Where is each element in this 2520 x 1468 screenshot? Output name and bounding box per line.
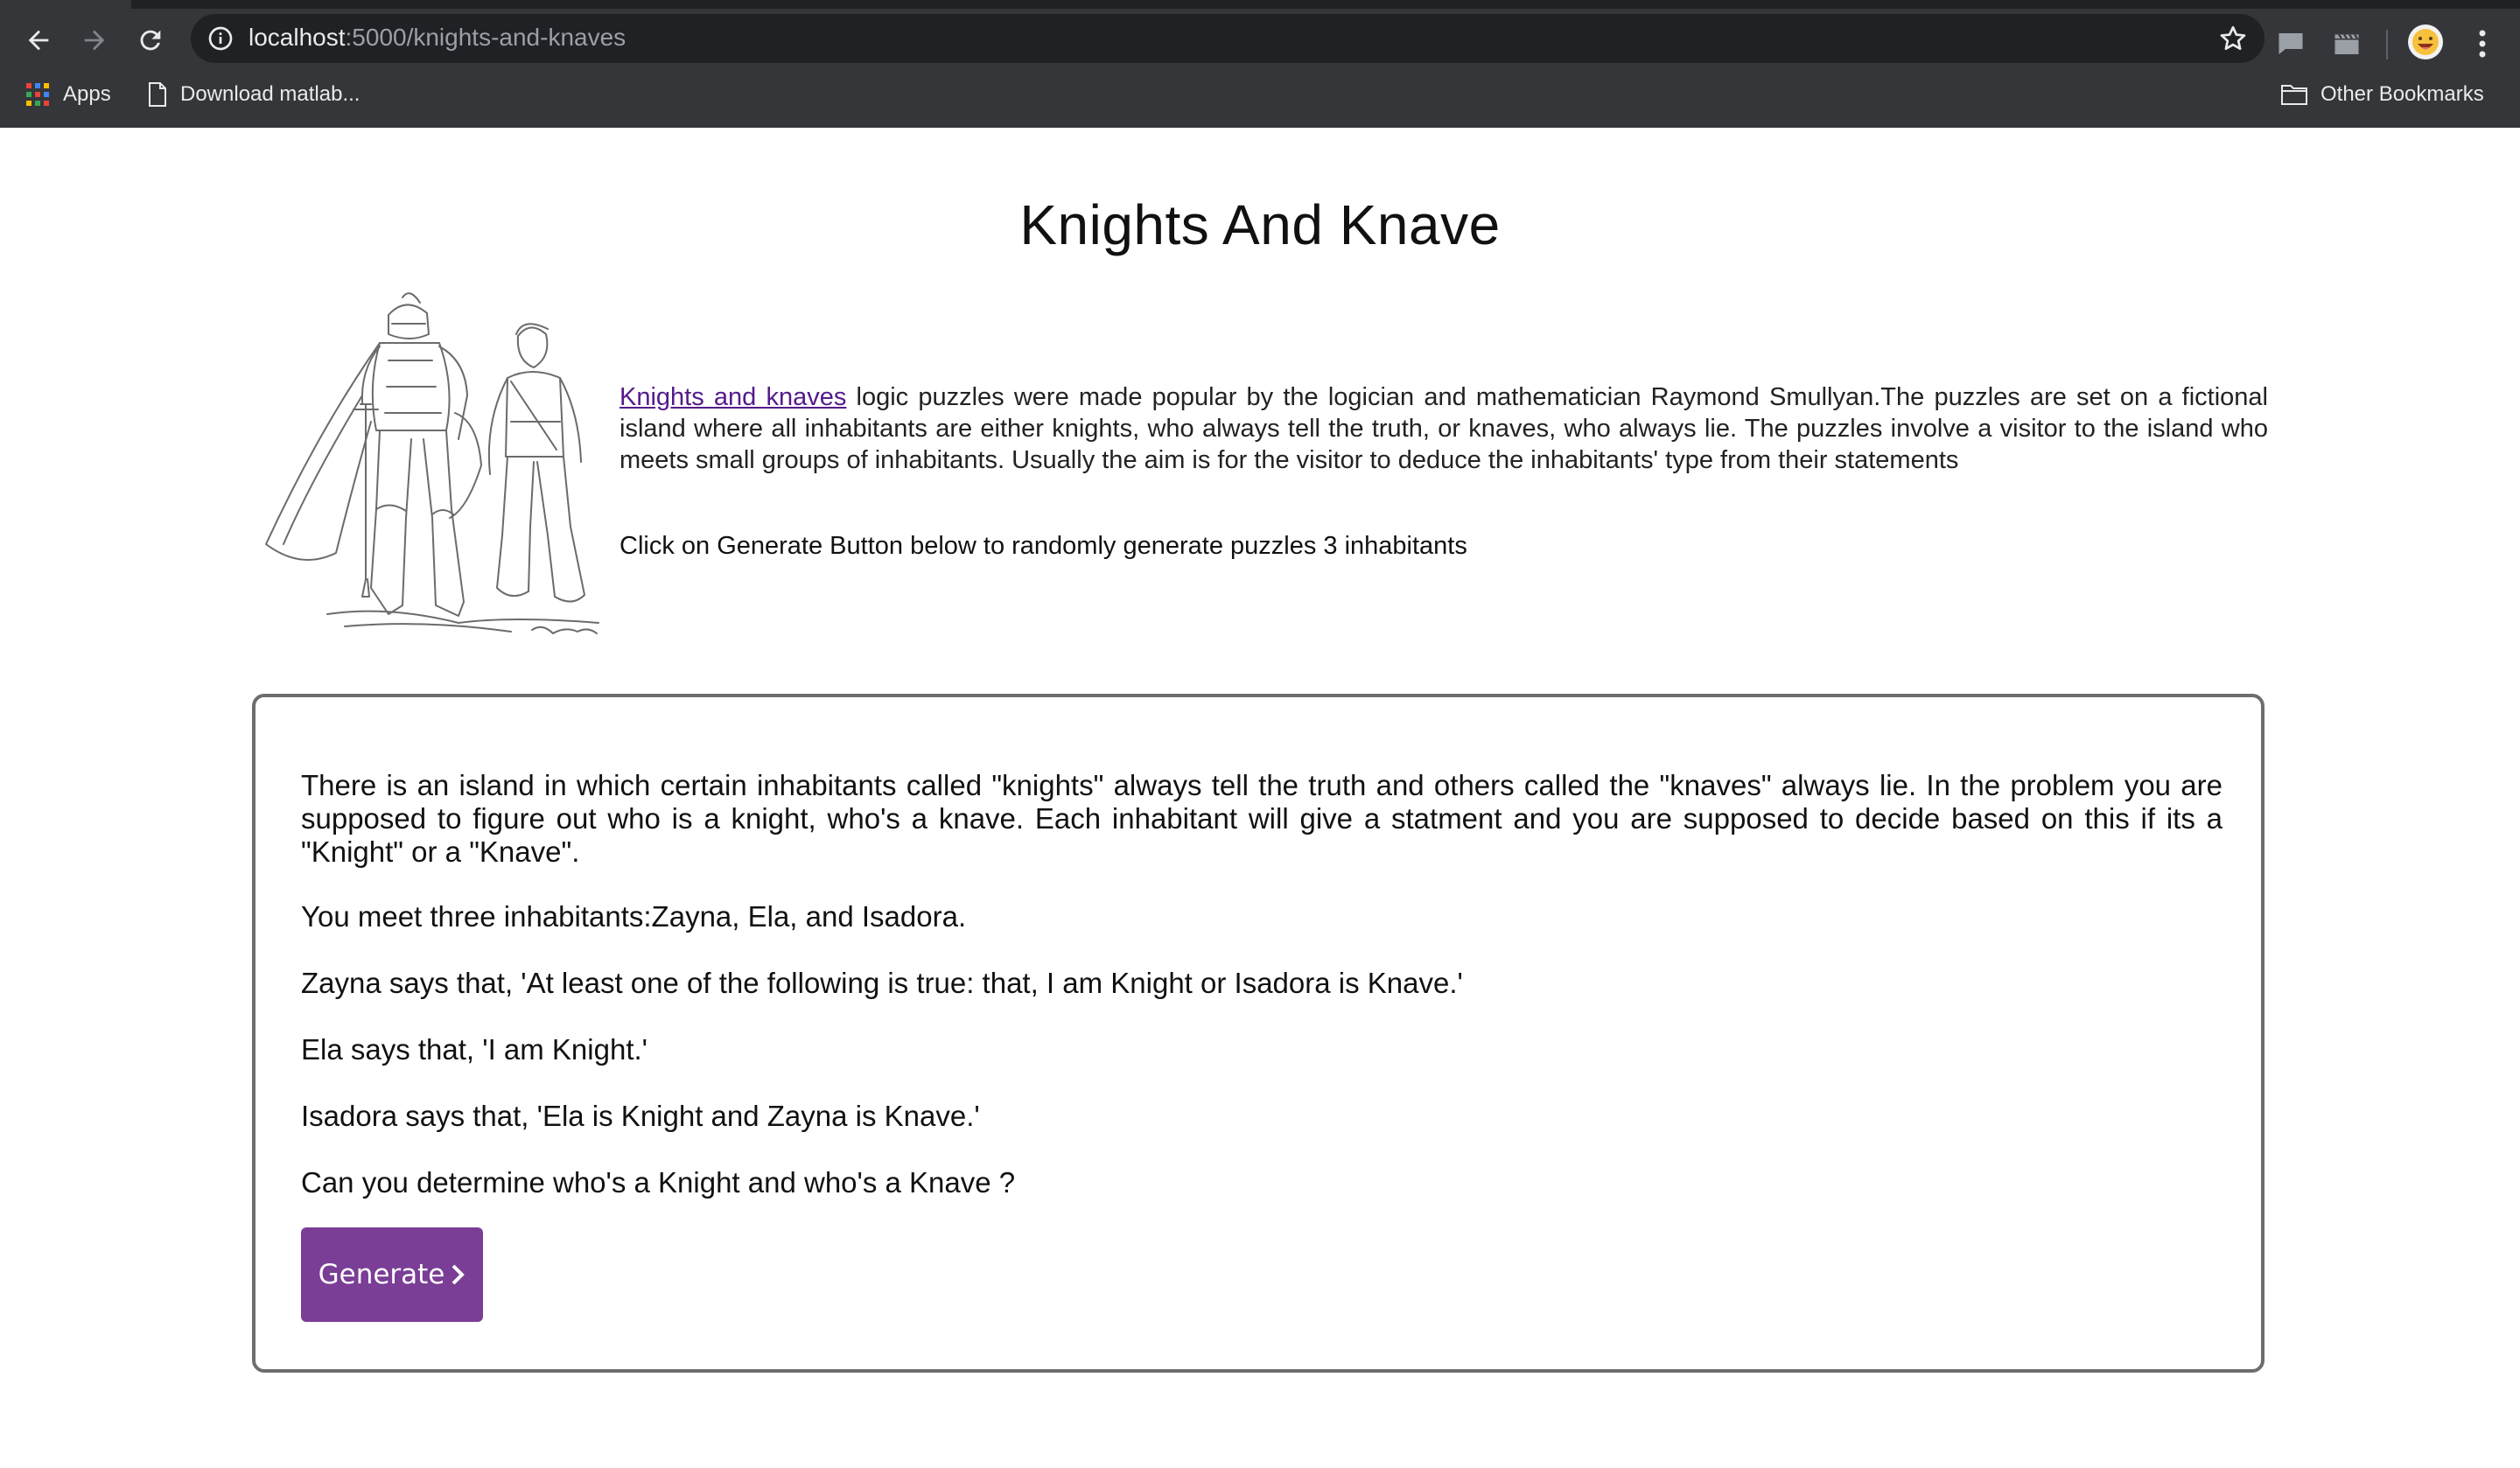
bookmark-star-icon[interactable]: [2217, 23, 2249, 54]
puzzle-question: Can you determine who's a Knight and who…: [301, 1166, 1016, 1199]
emoji-face-icon: [2412, 29, 2439, 55]
bookmark-download-matlab[interactable]: Download matlab...: [147, 77, 360, 112]
bookmark-apps[interactable]: Apps: [24, 77, 111, 112]
generate-hint: Click on Generate Button below to random…: [620, 532, 1467, 560]
chat-extension-icon[interactable]: [2275, 28, 2306, 59]
bookmark-label: Download matlab...: [180, 82, 360, 106]
apps-grid-icon: [26, 83, 49, 106]
browser-toolbar: localhost:5000/knights-and-knaves: [0, 9, 2520, 68]
page-icon: [149, 82, 166, 107]
generate-label: Generate: [318, 1259, 445, 1290]
profile-avatar[interactable]: [2408, 24, 2443, 59]
reload-icon: [140, 30, 161, 51]
back-button[interactable]: [21, 23, 56, 58]
info-icon[interactable]: [206, 24, 234, 52]
forward-button[interactable]: [77, 23, 112, 58]
toolbar-separator: [2386, 30, 2388, 59]
more-menu-icon[interactable]: [2469, 24, 2496, 63]
statement-isadora: Isadora says that, 'Ela is Knight and Za…: [301, 1100, 980, 1132]
url-path: :5000/knights-and-knaves: [345, 24, 626, 51]
other-bookmarks[interactable]: Other Bookmarks: [2280, 77, 2484, 112]
inhabitants-intro: You meet three inhabitants:Zayna, Ela, a…: [301, 900, 967, 933]
folder-icon: [2281, 85, 2307, 105]
url-host: localhost: [248, 24, 346, 51]
url-text[interactable]: localhost:5000/knights-and-knaves: [248, 24, 626, 52]
clapperboard-extension-icon[interactable]: [2331, 28, 2362, 59]
bookmarks-bar: Apps Download matlab... Other Bookmarks: [0, 77, 2520, 112]
page-content: Knights And Knave Knights and knaves log…: [0, 128, 2520, 1468]
forward-arrow-icon: [84, 30, 105, 51]
chevron-right-icon: [452, 1264, 466, 1285]
page-title: Knights And Knave: [1019, 193, 1501, 256]
statement-ela: Ela says that, 'I am Knight.': [301, 1033, 648, 1066]
address-bar[interactable]: localhost:5000/knights-and-knaves: [191, 14, 2264, 63]
tab-strip: [0, 0, 2520, 9]
back-arrow-icon: [28, 30, 49, 51]
knights-and-knaves-link[interactable]: Knights and knaves: [620, 383, 846, 411]
puzzle-description: There is an island in which certain inha…: [301, 769, 2222, 868]
reload-button[interactable]: [133, 23, 168, 58]
puzzle-card: There is an island in which certain inha…: [252, 694, 2264, 1373]
other-bookmarks-label: Other Bookmarks: [2320, 82, 2484, 106]
statement-zayna: Zayna says that, 'At least one of the fo…: [301, 967, 1463, 999]
browser-chrome: localhost:5000/knights-and-knaves Apps D…: [0, 0, 2520, 128]
bookmark-label: Apps: [63, 82, 111, 106]
knight-and-knave-illustration: [265, 292, 599, 634]
intro-paragraph: Knights and knaves logic puzzles were ma…: [620, 381, 2268, 476]
active-tab[interactable]: [0, 0, 131, 9]
generate-button[interactable]: Generate: [301, 1227, 483, 1322]
intro-text: logic puzzles were made popular by the l…: [620, 383, 2268, 474]
